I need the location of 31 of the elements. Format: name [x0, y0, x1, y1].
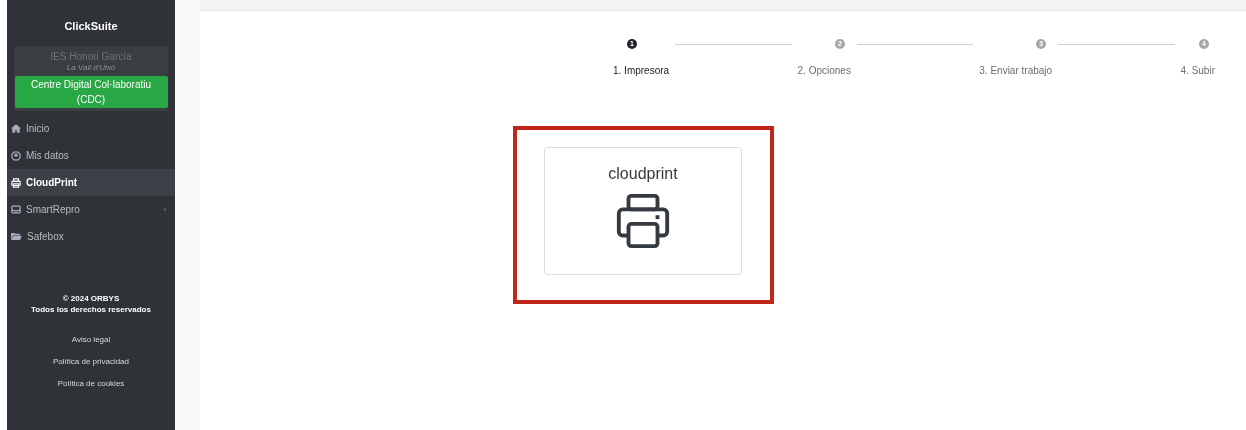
nav-label: Mis datos — [26, 149, 69, 163]
nav-item[interactable]: Mis datos — [7, 142, 175, 169]
rights-text: Todos los derechos reservados — [30, 304, 152, 315]
nav-label: CloudPrint — [26, 176, 78, 190]
folder-icon — [11, 232, 22, 241]
printer-name: cloudprint — [608, 164, 678, 184]
step-label[interactable]: 4. Subir — [1180, 63, 1215, 78]
nav-label: Inicio — [26, 122, 50, 136]
printer-icon — [11, 177, 21, 188]
tray-icon — [11, 205, 21, 214]
school-town: La Vall d'Uixó — [66, 63, 116, 73]
printer-icon — [614, 192, 672, 250]
nav-label: Safebox — [27, 230, 64, 244]
school-name: IES Honori García — [50, 50, 132, 63]
step-label[interactable]: 1. Impresora — [613, 63, 670, 78]
step-label[interactable]: 3. Enviar trabajo — [979, 63, 1053, 78]
user-icon — [11, 150, 21, 161]
caret-icon — [164, 207, 167, 212]
nav-item[interactable]: Safebox — [7, 223, 175, 250]
nav-label: SmartRepro — [26, 203, 80, 217]
nav-item[interactable]: CloudPrint — [7, 169, 175, 196]
footer-link[interactable]: Política de privacidad — [52, 357, 129, 367]
home-icon — [11, 124, 21, 133]
nav-item[interactable]: SmartRepro — [7, 196, 175, 223]
footer-link[interactable]: Aviso legal — [71, 335, 111, 345]
copyright-text: © 2024 ORBYS — [61, 293, 121, 304]
app-name: ClickSuite — [63, 19, 119, 33]
footer-link[interactable]: Política de cookies — [57, 379, 125, 389]
step-label[interactable]: 2. Opciones — [797, 63, 851, 78]
printer-card[interactable]: cloudprint — [544, 147, 742, 275]
nav-item[interactable]: Inicio — [7, 115, 175, 142]
